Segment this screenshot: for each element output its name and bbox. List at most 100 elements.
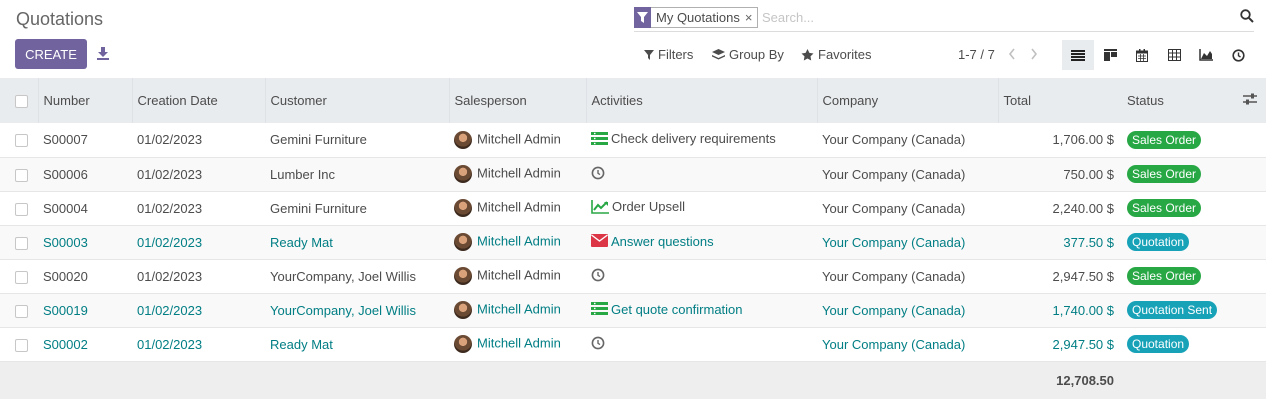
search-input[interactable] xyxy=(762,7,1202,28)
cell-total[interactable]: 1,706.00 $ xyxy=(998,123,1122,157)
cell-salesperson[interactable]: Mitchell Admin xyxy=(449,259,586,293)
cell-total[interactable]: 2,240.00 $ xyxy=(998,191,1122,225)
col-status[interactable]: Status xyxy=(1122,78,1238,123)
row-checkbox[interactable] xyxy=(15,270,28,284)
cell-number[interactable]: S00020 xyxy=(38,259,132,293)
cell-salesperson[interactable]: Mitchell Admin xyxy=(449,293,586,327)
cell-status[interactable]: Quotation xyxy=(1122,327,1238,361)
row-checkbox[interactable] xyxy=(15,202,28,216)
cell-total[interactable]: 2,947.50 $ xyxy=(998,259,1122,293)
cell-creation-date[interactable]: 01/02/2023 xyxy=(132,259,265,293)
col-number[interactable]: Number xyxy=(38,78,133,123)
col-company[interactable]: Company xyxy=(817,78,999,123)
cell-company[interactable]: Your Company (Canada) xyxy=(817,259,998,293)
cell-salesperson[interactable]: Mitchell Admin xyxy=(449,157,586,191)
cell-company[interactable]: Your Company (Canada) xyxy=(817,157,998,191)
cell-salesperson[interactable]: Mitchell Admin xyxy=(449,327,586,361)
pager-value[interactable]: 1-7 / 7 xyxy=(958,47,995,62)
cell-total[interactable]: 750.00 $ xyxy=(998,157,1122,191)
cell-status[interactable]: Sales Order xyxy=(1122,259,1238,293)
cell-activities[interactable] xyxy=(586,327,817,361)
cell-number[interactable]: S00006 xyxy=(38,157,132,191)
download-icon[interactable] xyxy=(96,46,110,60)
cell-number[interactable]: S00002 xyxy=(38,327,132,361)
cell-status[interactable]: Sales Order xyxy=(1122,191,1238,225)
list-icon[interactable] xyxy=(591,132,608,148)
cell-company[interactable]: Your Company (Canada) xyxy=(817,191,998,225)
search-icon[interactable] xyxy=(1240,9,1254,23)
cell-company[interactable]: Your Company (Canada) xyxy=(817,293,998,327)
cell-activities[interactable]: Check delivery requirements xyxy=(586,123,817,157)
groupby-button[interactable]: Group By xyxy=(712,47,784,62)
cell-total[interactable]: 2,947.50 $ xyxy=(998,327,1122,361)
col-activities[interactable]: Activities xyxy=(586,78,818,123)
col-total[interactable]: Total xyxy=(998,78,1122,123)
envelope-icon[interactable] xyxy=(591,234,608,250)
cell-customer[interactable]: Gemini Furniture xyxy=(265,191,449,225)
list-icon[interactable] xyxy=(591,302,608,318)
cell-customer[interactable]: Ready Mat xyxy=(265,225,449,259)
pager-next-icon[interactable] xyxy=(1029,47,1039,64)
table-row[interactable]: S00020 01/02/2023 YourCompany, Joel Willis… xyxy=(0,259,1266,293)
cell-salesperson[interactable]: Mitchell Admin xyxy=(449,225,586,259)
chart-icon[interactable] xyxy=(591,199,609,217)
table-row[interactable]: S00007 01/02/2023 Gemini Furniture Mitchell… xyxy=(0,123,1266,157)
cell-total[interactable]: 377.50 $ xyxy=(998,225,1122,259)
row-checkbox[interactable] xyxy=(15,338,28,352)
table-row[interactable]: S00002 01/02/2023 Ready Mat Mitchell Admin Y… xyxy=(0,327,1266,361)
cell-salesperson[interactable]: Mitchell Admin xyxy=(449,123,586,157)
cell-creation-date[interactable]: 01/02/2023 xyxy=(132,123,265,157)
cell-company[interactable]: Your Company (Canada) xyxy=(817,225,998,259)
col-salesperson[interactable]: Salesperson xyxy=(449,78,587,123)
col-creation-date[interactable]: Creation Date xyxy=(132,78,266,123)
clock-icon[interactable] xyxy=(591,166,605,183)
cell-creation-date[interactable]: 01/02/2023 xyxy=(132,157,265,191)
cell-activities[interactable]: Answer questions xyxy=(586,225,817,259)
cell-activities[interactable]: Get quote confirmation xyxy=(586,293,817,327)
cell-status[interactable]: Sales Order xyxy=(1122,157,1238,191)
cell-number[interactable]: S00004 xyxy=(38,191,132,225)
table-row[interactable]: S00004 01/02/2023 Gemini Furniture Mitchell… xyxy=(0,191,1266,225)
row-checkbox[interactable] xyxy=(15,168,28,182)
cell-activities[interactable] xyxy=(586,259,817,293)
cell-customer[interactable]: Ready Mat xyxy=(265,327,449,361)
table-row[interactable]: S00003 01/02/2023 Ready Mat Mitchell Admin A… xyxy=(0,225,1266,259)
cell-creation-date[interactable]: 01/02/2023 xyxy=(132,225,265,259)
table-row[interactable]: S00019 01/02/2023 YourCompany, Joel Willis… xyxy=(0,293,1266,327)
row-checkbox[interactable] xyxy=(15,134,28,148)
cell-salesperson[interactable]: Mitchell Admin xyxy=(449,191,586,225)
cell-status[interactable]: Quotation xyxy=(1122,225,1238,259)
cell-customer[interactable]: Gemini Furniture xyxy=(265,123,449,157)
cell-customer[interactable]: YourCompany, Joel Willis xyxy=(265,259,449,293)
cell-creation-date[interactable]: 01/02/2023 xyxy=(132,293,265,327)
cell-total[interactable]: 1,740.00 $ xyxy=(998,293,1122,327)
pivot-view-button[interactable] xyxy=(1158,40,1190,70)
filters-button[interactable]: Filters xyxy=(644,47,693,62)
col-customer[interactable]: Customer xyxy=(265,78,450,123)
cell-creation-date[interactable]: 01/02/2023 xyxy=(132,191,265,225)
favorites-button[interactable]: Favorites xyxy=(801,47,871,62)
cell-number[interactable]: S00007 xyxy=(38,123,132,157)
graph-view-button[interactable] xyxy=(1190,40,1222,70)
sliders-icon[interactable] xyxy=(1243,93,1257,105)
cell-company[interactable]: Your Company (Canada) xyxy=(817,123,998,157)
select-all-checkbox[interactable] xyxy=(15,95,28,109)
create-button[interactable]: CREATE xyxy=(15,39,87,69)
cell-number[interactable]: S00019 xyxy=(38,293,132,327)
facet-remove-icon[interactable]: × xyxy=(745,10,758,25)
clock-icon[interactable] xyxy=(591,336,605,353)
cell-customer[interactable]: YourCompany, Joel Willis xyxy=(265,293,449,327)
cell-activities[interactable]: Order Upsell xyxy=(586,191,817,225)
cell-company[interactable]: Your Company (Canada) xyxy=(817,327,998,361)
cell-creation-date[interactable]: 01/02/2023 xyxy=(132,327,265,361)
clock-icon[interactable] xyxy=(591,268,605,285)
cell-status[interactable]: Sales Order xyxy=(1122,123,1238,157)
calendar-view-button[interactable] xyxy=(1126,40,1158,70)
pager-previous-icon[interactable] xyxy=(1007,47,1017,64)
cell-status[interactable]: Quotation Sent xyxy=(1122,293,1238,327)
kanban-view-button[interactable] xyxy=(1094,40,1126,70)
activity-view-button[interactable] xyxy=(1222,40,1254,70)
list-view-button[interactable] xyxy=(1062,40,1094,70)
row-checkbox[interactable] xyxy=(15,236,28,250)
row-checkbox[interactable] xyxy=(15,304,28,318)
